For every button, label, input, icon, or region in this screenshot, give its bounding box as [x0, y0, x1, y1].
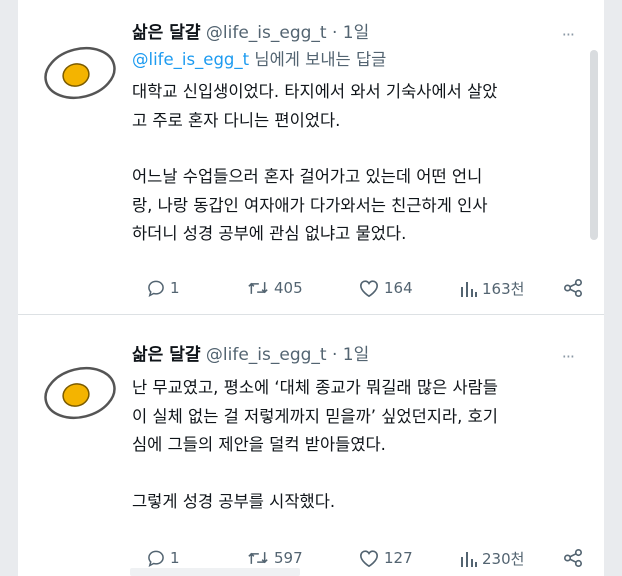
tweet-divider [18, 314, 604, 315]
tweet-header: 삶은 달걀 @life_is_egg_t · 1일 ··· [132, 342, 575, 370]
reply-to-line: @life_is_egg_t 님에게 보내는 답글 [132, 48, 574, 72]
retweet-button[interactable]: 405 [246, 278, 303, 298]
retweet-icon [248, 282, 268, 294]
reply-icon [148, 280, 164, 297]
text-line: 대학교 신입생이었다. 타지에서 와서 기숙사에서 살았 [132, 82, 498, 101]
views-button[interactable]: 230천 [458, 548, 524, 569]
timeline-card: 삶은 달걀 @life_is_egg_t · 1일 ··· @life_is_e… [18, 0, 604, 576]
paragraph: 그렇게 성경 공부를 시작했다. [132, 488, 574, 517]
tweet[interactable]: 삶은 달걀 @life_is_egg_t · 1일 ··· 난 무교였고, 평소… [18, 322, 604, 576]
display-name[interactable]: 삶은 달걀 [132, 23, 200, 43]
paragraph: 어느날 수업들으러 혼자 걸어가고 있는데 어떤 언니 랑, 나랑 동갑인 여자… [132, 163, 574, 249]
text-line: 심에 그들의 제안을 덜컥 받아들였다. [132, 435, 386, 454]
reply-button[interactable]: 1 [146, 548, 180, 568]
action-bar: 1 405 164 163천 [132, 278, 582, 302]
reply-icon [148, 550, 164, 567]
share-icon [564, 549, 582, 567]
next-tweet-peek [130, 568, 300, 576]
like-icon [359, 280, 379, 298]
share-icon [564, 279, 582, 297]
more-icon[interactable]: ··· [562, 22, 575, 48]
like-button[interactable]: 164 [358, 278, 413, 298]
reply-to-suffix: 님에게 보내는 답글 [249, 50, 387, 69]
views-icon [461, 281, 477, 297]
like-count: 164 [384, 279, 413, 297]
more-icon[interactable]: ··· [562, 344, 575, 370]
avatar[interactable] [42, 364, 118, 420]
paragraph: 대학교 신입생이었다. 타지에서 와서 기숙사에서 살았 고 주로 혼자 다니는… [132, 78, 574, 135]
views-icon [461, 551, 477, 567]
text-line: 어느날 수업들으러 혼자 걸어가고 있는데 어떤 언니 [132, 167, 483, 186]
user-handle[interactable]: @life_is_egg_t [206, 345, 327, 365]
text-line: 고 주로 혼자 다니는 편이었다. [132, 110, 341, 130]
tweet-text: 난 무교였고, 평소에 ‘대체 종교가 뭐길래 많은 사람들 이 실체 없는 걸… [132, 374, 574, 516]
paragraph: 난 무교였고, 평소에 ‘대체 종교가 뭐길래 많은 사람들 이 실체 없는 걸… [132, 374, 574, 460]
display-name[interactable]: 삶은 달걀 [132, 345, 200, 365]
reply-count: 1 [170, 279, 180, 297]
reply-button[interactable]: 1 [146, 278, 180, 298]
timestamp[interactable]: 1일 [343, 345, 369, 365]
egg-avatar-icon [44, 366, 116, 420]
avatar[interactable] [42, 44, 118, 100]
tweet-text: 대학교 신입생이었다. 타지에서 와서 기숙사에서 살았 고 주로 혼자 다니는… [132, 78, 574, 249]
share-button[interactable] [562, 278, 584, 298]
text-line: 랑, 나랑 동갑인 여자애가 다가와서는 친근하게 인사 [132, 195, 488, 215]
retweet-button[interactable]: 597 [246, 548, 303, 568]
user-handle[interactable]: @life_is_egg_t [206, 23, 327, 43]
like-icon [359, 550, 379, 568]
retweet-icon [248, 552, 268, 564]
reply-count: 1 [170, 549, 180, 567]
separator-dot: · [331, 345, 338, 365]
separator-dot: · [331, 23, 338, 43]
tweet-header: 삶은 달걀 @life_is_egg_t · 1일 ··· [132, 20, 575, 48]
retweet-count: 597 [274, 549, 303, 567]
text-line: 이 실체 없는 걸 저렇게까지 믿을까’ 싶었던지라, 호기 [132, 406, 498, 426]
text-line: 난 무교였고, 평소에 ‘대체 종교가 뭐길래 많은 사람들 [132, 378, 498, 397]
tweet[interactable]: 삶은 달걀 @life_is_egg_t · 1일 ··· @life_is_e… [18, 0, 604, 315]
text-line: 하더니 성경 공부에 관심 없냐고 물었다. [132, 224, 407, 243]
view-count: 230천 [482, 550, 525, 568]
views-button[interactable]: 163천 [458, 278, 524, 299]
share-button[interactable] [562, 548, 584, 568]
view-count: 163천 [482, 280, 525, 298]
like-count: 127 [384, 549, 413, 567]
retweet-count: 405 [274, 279, 303, 297]
reply-to-mention[interactable]: @life_is_egg_t [132, 50, 249, 69]
timestamp[interactable]: 1일 [343, 23, 369, 43]
like-button[interactable]: 127 [358, 548, 413, 568]
text-line: 그렇게 성경 공부를 시작했다. [132, 491, 336, 511]
egg-avatar-icon [44, 46, 116, 100]
